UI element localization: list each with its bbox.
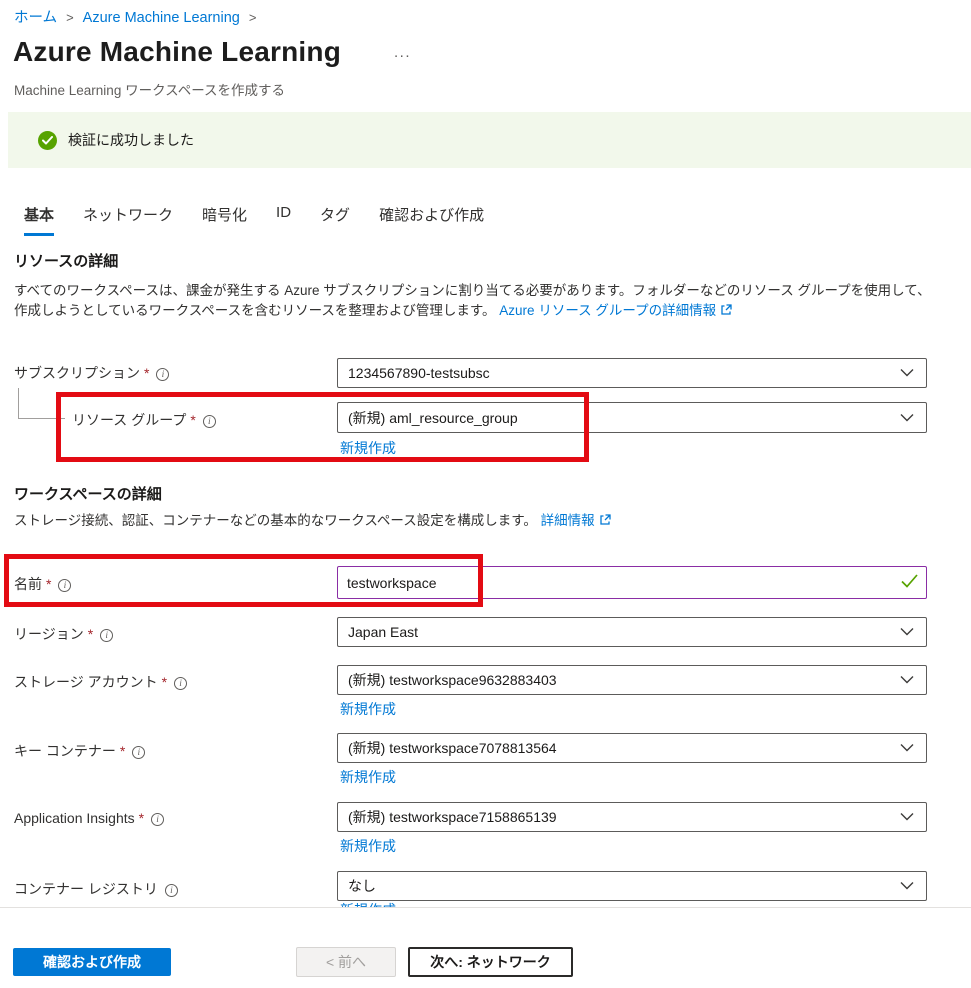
tab-review-create[interactable]: 確認および作成 [379,204,484,236]
breadcrumb-home-link[interactable]: ホーム [14,10,57,26]
region-label-text: リージョン [14,626,84,642]
tab-identity[interactable]: ID [276,204,291,236]
chevron-down-icon [900,671,914,689]
container-registry-dropdown[interactable]: なし [337,871,927,901]
key-vault-dropdown[interactable]: (新規) testworkspace7078813564 [337,733,927,763]
container-registry-value: なし [348,876,376,896]
name-label-text: 名前 [14,576,42,592]
workspace-name-input[interactable] [337,566,927,599]
breadcrumb: ホーム > Azure Machine Learning > [14,6,265,27]
chevron-down-icon [900,409,914,427]
tab-encryption[interactable]: 暗号化 [202,204,247,236]
container-registry-label-text: コンテナー レジストリ [14,881,158,897]
breadcrumb-aml-link[interactable]: Azure Machine Learning [83,10,240,26]
review-and-create-button[interactable]: 確認および作成 [13,948,171,976]
chevron-down-icon [900,364,914,382]
resource-group-dropdown[interactable]: (新規) aml_resource_group [337,402,927,433]
info-icon[interactable] [174,677,187,690]
resource-group-label-text: リソース グループ [72,412,186,428]
info-icon[interactable] [203,415,216,428]
key-vault-label-text: キー コンテナー [14,743,116,759]
valid-check-icon [901,574,918,593]
workspace-name-field [337,566,927,599]
resource-group-info-link[interactable]: Azure リソース グループの詳細情報 [499,303,716,318]
info-icon[interactable] [165,884,178,897]
next-networking-button[interactable]: 次へ: ネットワーク [408,947,573,977]
storage-account-label: ストレージ アカウント* [14,672,187,692]
storage-account-value: (新規) testworkspace9632883403 [348,670,557,690]
breadcrumb-separator: > [66,10,74,25]
previous-button[interactable]: < 前へ [296,947,396,977]
workspace-details-description-text: ストレージ接続、認証、コンテナーなどの基本的なワークスペース設定を構成します。 [14,513,541,528]
chevron-down-icon [900,623,914,641]
region-label: リージョン* [14,624,113,644]
breadcrumb-separator: > [249,10,257,25]
workspace-details-heading: ワークスペースの詳細 [14,483,162,504]
application-insights-create-new-link[interactable]: 新規作成 [340,836,396,856]
region-dropdown[interactable]: Japan East [337,617,927,647]
wizard-footer: 確認および作成 < 前へ 次へ: ネットワーク [0,907,971,988]
workspace-details-description: ストレージ接続、認証、コンテナーなどの基本的なワークスペース設定を構成します。 … [14,511,964,532]
required-marker: * [162,674,167,690]
application-insights-label-text: Application Insights [14,810,135,826]
external-link-icon [599,512,611,532]
resource-group-create-new-link[interactable]: 新規作成 [340,438,396,458]
tab-tags[interactable]: タグ [320,204,350,236]
subscription-label-text: サブスクリプション [14,365,140,381]
info-icon[interactable] [100,629,113,642]
resource-details-description-line1: すべてのワークスペースは、課金が発生する Azure サブスクリプションに割り当… [14,283,931,298]
workspace-info-link[interactable]: 詳細情報 [541,513,595,528]
key-vault-create-new-link[interactable]: 新規作成 [340,767,396,787]
azure-portal-create-ml-workspace-page: ホーム > Azure Machine Learning > Azure Machin… [0,0,971,988]
resource-details-description-line2: 作成しようとしているワークスペースを含むリソースを整理および管理します。 [14,303,499,318]
application-insights-value: (新規) testworkspace7158865139 [348,807,557,827]
page-subtitle: Machine Learning ワークスペースを作成する [14,79,285,99]
tab-basics[interactable]: 基本 [24,204,54,236]
chevron-down-icon [900,808,914,826]
storage-account-label-text: ストレージ アカウント [14,674,158,690]
key-vault-label: キー コンテナー* [14,741,145,761]
key-vault-value: (新規) testworkspace7078813564 [348,738,557,758]
storage-account-dropdown[interactable]: (新規) testworkspace9632883403 [337,665,927,695]
required-marker: * [144,365,149,381]
indent-connector-line [18,388,65,419]
resource-details-description: すべてのワークスペースは、課金が発生する Azure サブスクリプションに割り当… [14,281,964,322]
application-insights-label: Application Insights* [14,810,164,826]
resource-group-label: リソース グループ* [72,410,216,430]
info-icon[interactable] [151,813,164,826]
wizard-tabs: 基本 ネットワーク 暗号化 ID タグ 確認および作成 [24,204,484,236]
required-marker: * [120,743,125,759]
info-icon[interactable] [132,746,145,759]
subscription-label: サブスクリプション* [14,363,169,383]
name-label: 名前* [14,574,71,594]
storage-account-create-new-link[interactable]: 新規作成 [340,699,396,719]
resource-details-heading: リソースの詳細 [14,250,118,271]
success-check-icon [38,131,57,150]
info-icon[interactable] [58,579,71,592]
required-marker: * [139,810,144,826]
container-registry-label: コンテナー レジストリ [14,879,178,899]
external-link-icon [720,302,732,322]
subscription-value: 1234567890-testsubsc [348,365,490,381]
region-value: Japan East [348,624,418,640]
application-insights-dropdown[interactable]: (新規) testworkspace7158865139 [337,802,927,832]
validation-success-banner: 検証に成功しました [8,112,971,168]
chevron-down-icon [900,739,914,757]
validation-success-message: 検証に成功しました [68,130,194,150]
more-options-icon[interactable]: ... [394,44,411,61]
required-marker: * [88,626,93,642]
tab-networking[interactable]: ネットワーク [83,204,173,236]
chevron-down-icon [900,877,914,895]
required-marker: * [190,412,195,428]
subscription-dropdown[interactable]: 1234567890-testsubsc [337,358,927,388]
info-icon[interactable] [156,368,169,381]
required-marker: * [46,576,51,592]
page-title: Azure Machine Learning [13,36,341,68]
resource-group-value: (新規) aml_resource_group [348,408,518,428]
